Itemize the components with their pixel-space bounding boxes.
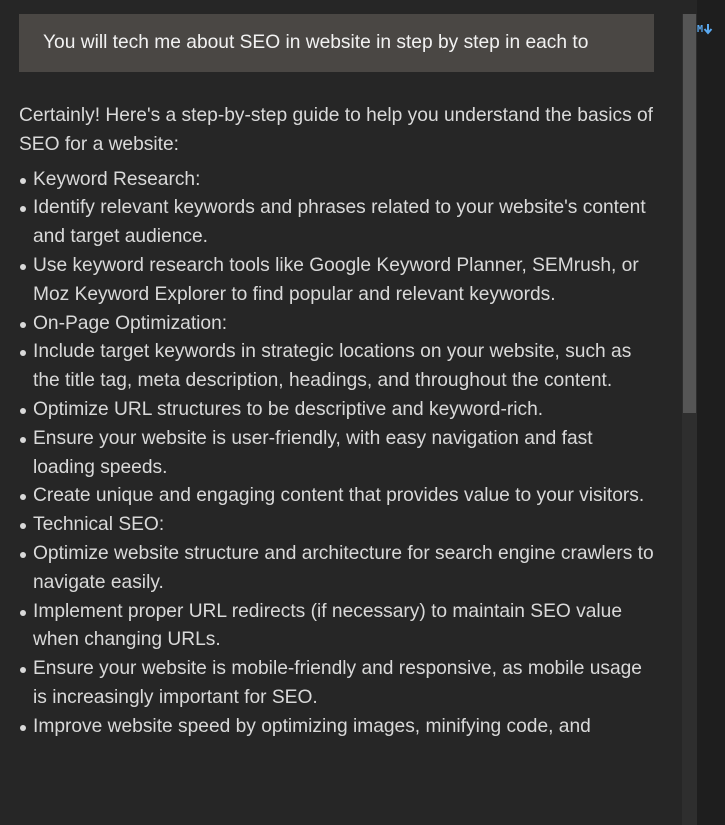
user-message-text: You will tech me about SEO in website in… — [43, 32, 589, 53]
list-item: Technical SEO: — [20, 511, 659, 540]
user-message: You will tech me about SEO in website in… — [19, 14, 654, 72]
list-item: Optimize website structure and architect… — [20, 540, 659, 598]
list-item: On-Page Optimization: — [20, 310, 659, 339]
bullet-list: Keyword Research: Identify relevant keyw… — [19, 166, 659, 742]
assistant-message: Certainly! Here's a step-by-step guide t… — [19, 102, 659, 742]
chat-pane: You will tech me about SEO in website in… — [0, 0, 680, 825]
list-item: Identify relevant keywords and phrases r… — [20, 194, 659, 252]
markdown-download-arrow-icon — [703, 23, 713, 35]
list-item: Use keyword research tools like Google K… — [20, 252, 659, 310]
list-item: Improve website speed by optimizing imag… — [20, 713, 659, 742]
list-item: Implement proper URL redirects (if neces… — [20, 598, 659, 656]
assistant-intro-text: Certainly! Here's a step-by-step guide t… — [19, 105, 654, 155]
list-item: Include target keywords in strategic loc… — [20, 338, 659, 396]
markdown-badge[interactable]: M — [697, 20, 714, 38]
right-side-panel — [697, 0, 725, 825]
list-item: Optimize URL structures to be descriptiv… — [20, 396, 659, 425]
list-item: Create unique and engaging content that … — [20, 482, 659, 511]
list-item: Ensure your website is user-friendly, wi… — [20, 425, 659, 483]
list-item: Ensure your website is mobile-friendly a… — [20, 655, 659, 713]
list-item: Keyword Research: — [20, 166, 659, 195]
scrollbar-thumb[interactable] — [683, 14, 696, 413]
